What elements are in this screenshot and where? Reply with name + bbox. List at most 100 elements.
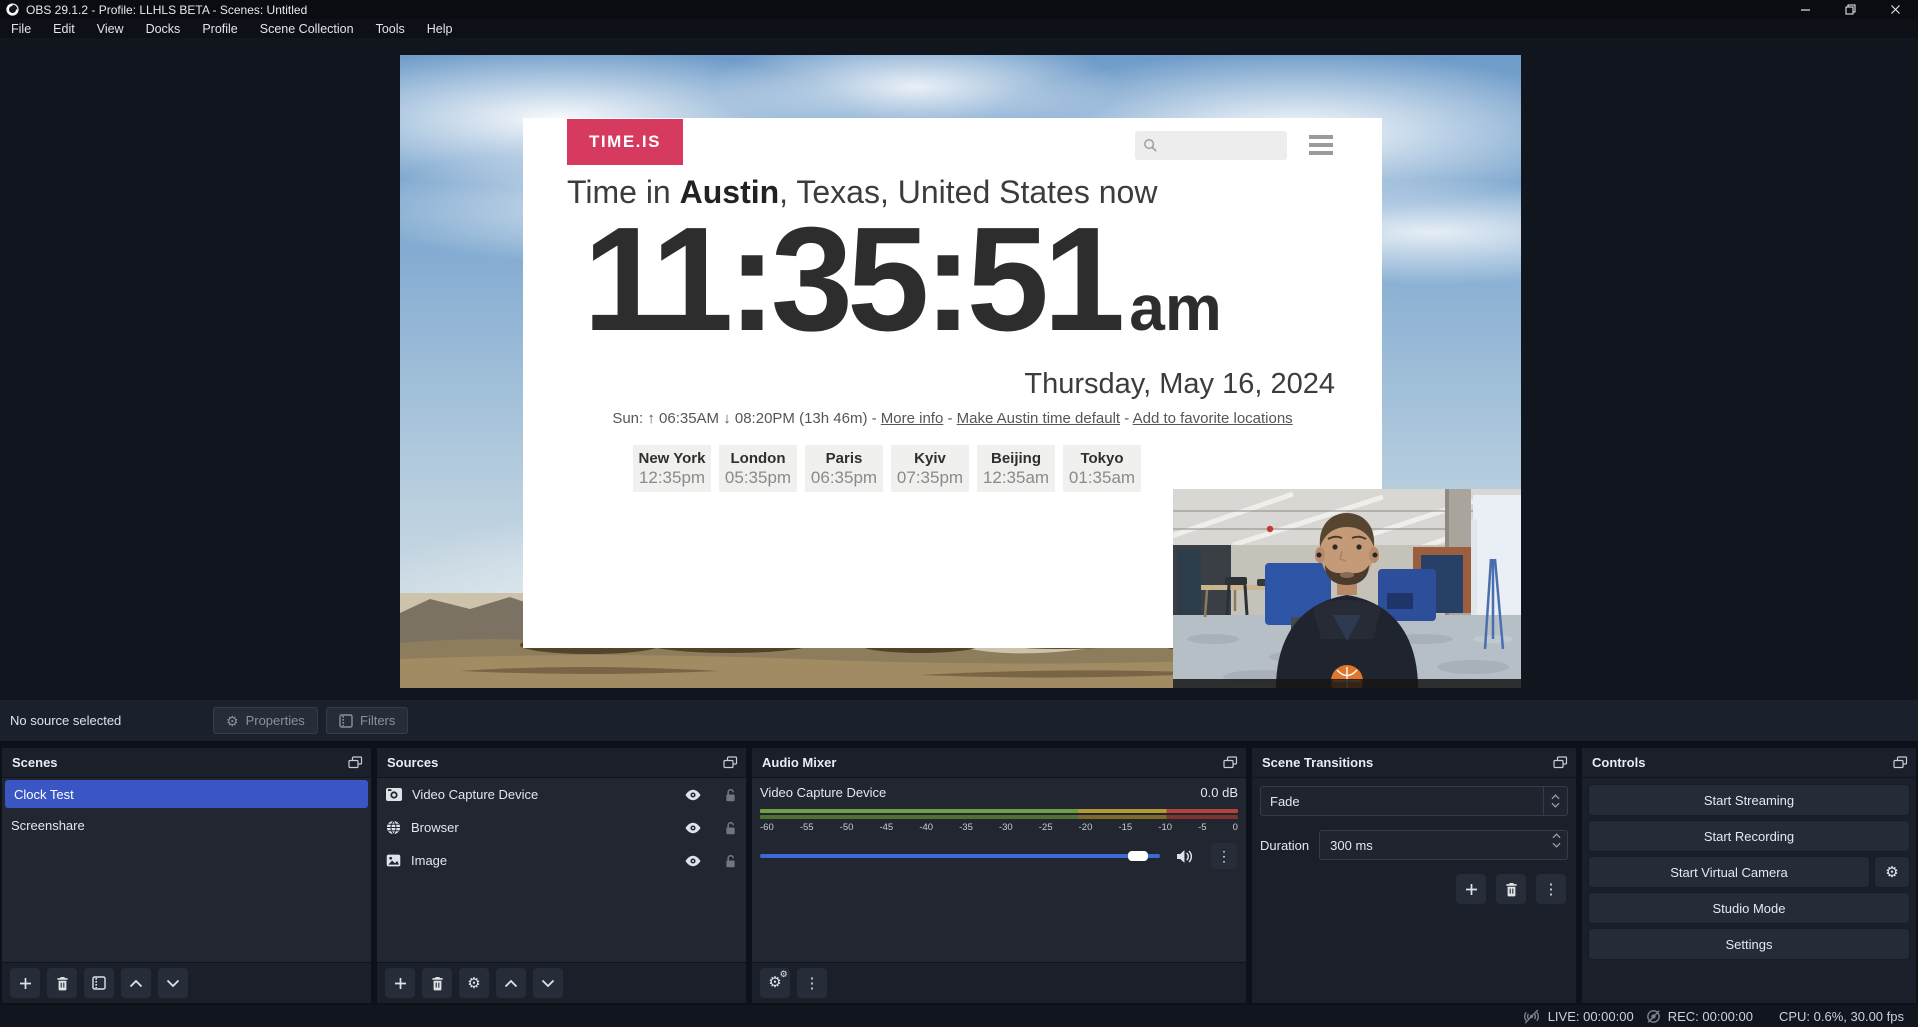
rec-time: REC: 00:00:00 xyxy=(1668,1009,1753,1024)
lock-icon[interactable] xyxy=(724,854,737,868)
scenes-toolbar xyxy=(2,962,371,1003)
controls-header: Controls xyxy=(1582,748,1916,778)
scene-item-screenshare[interactable]: Screenshare xyxy=(2,810,371,840)
visibility-icon[interactable] xyxy=(684,789,702,801)
add-scene-button[interactable] xyxy=(10,968,40,998)
menu-item-profile[interactable]: Profile xyxy=(191,19,248,38)
city-card-tokyo: Tokyo01:35am xyxy=(1063,445,1141,492)
chevron-up-icon xyxy=(1551,794,1560,800)
add-favorite-link: Add to favorite locations xyxy=(1133,410,1293,427)
popout-dock-icon[interactable] xyxy=(348,756,363,769)
stream-inactive-icon xyxy=(1522,1009,1541,1024)
mixer-menu-button[interactable]: ⋮ xyxy=(797,968,827,998)
channel-menu-button[interactable]: ⋮ xyxy=(1211,843,1237,869)
cpu-fps-stats: CPU: 0.6%, 30.00 fps xyxy=(1779,1009,1904,1024)
sources-list: Video Capture Device Browser Image xyxy=(377,778,746,962)
visibility-icon[interactable] xyxy=(684,822,702,834)
chevron-up-icon[interactable] xyxy=(1552,833,1561,839)
advanced-audio-button[interactable]: ⚙ ⚙ xyxy=(760,968,790,998)
volume-slider-handle[interactable] xyxy=(1128,851,1148,861)
sources-toolbar: ⚙ xyxy=(377,962,746,1003)
menu-item-help[interactable]: Help xyxy=(416,19,464,38)
lock-icon[interactable] xyxy=(724,821,737,835)
source-row-image[interactable]: Image xyxy=(377,844,746,877)
audio-channel-level: 0.0 dB xyxy=(1200,785,1238,800)
source-toolbar: No source selected ⚙ Properties Filters xyxy=(0,700,1918,742)
speaker-icon[interactable] xyxy=(1176,849,1195,864)
city-card-paris: Paris06:35pm xyxy=(805,445,883,492)
move-source-down-button[interactable] xyxy=(533,968,563,998)
current-date: Thursday, May 16, 2024 xyxy=(1024,368,1335,401)
start-streaming-button[interactable]: Start Streaming xyxy=(1588,784,1910,816)
filters-button[interactable]: Filters xyxy=(326,707,408,734)
move-scene-down-button[interactable] xyxy=(158,968,188,998)
window-controls xyxy=(1783,0,1918,19)
restore-button[interactable] xyxy=(1828,0,1873,19)
duration-value: 300 ms xyxy=(1330,838,1373,853)
lock-icon[interactable] xyxy=(724,788,737,802)
add-transition-button[interactable] xyxy=(1456,874,1486,904)
menu-bar: File Edit View Docks Profile Scene Colle… xyxy=(0,19,1918,38)
move-source-up-button[interactable] xyxy=(496,968,526,998)
minimize-button[interactable] xyxy=(1783,0,1828,19)
search-icon xyxy=(1143,138,1158,153)
start-virtual-camera-button[interactable]: Start Virtual Camera xyxy=(1588,856,1870,888)
menu-item-docks[interactable]: Docks xyxy=(135,19,192,38)
popout-dock-icon[interactable] xyxy=(1553,756,1568,769)
menu-item-edit[interactable]: Edit xyxy=(42,19,86,38)
menu-item-file[interactable]: File xyxy=(0,19,42,38)
visibility-icon[interactable] xyxy=(684,855,702,867)
clock-time: 11:35:51 xyxy=(583,206,1119,354)
virtual-camera-settings-button[interactable]: ⚙ xyxy=(1874,856,1910,888)
status-bar: LIVE: 00:00:00 REC: 00:00:00 CPU: 0.6%, … xyxy=(0,1005,1918,1027)
popout-dock-icon[interactable] xyxy=(1893,756,1908,769)
transition-menu-button[interactable]: ⋮ xyxy=(1536,874,1566,904)
camera-icon xyxy=(386,788,402,801)
remove-source-button[interactable] xyxy=(422,968,452,998)
close-button[interactable] xyxy=(1873,0,1918,19)
popout-dock-icon[interactable] xyxy=(723,756,738,769)
menu-item-tools[interactable]: Tools xyxy=(365,19,416,38)
preview-area: TIME.IS Time in Austin, Texas, United St… xyxy=(0,38,1918,700)
popout-dock-icon[interactable] xyxy=(1223,756,1238,769)
obs-logo-icon xyxy=(6,3,19,16)
source-properties-button[interactable]: ⚙ xyxy=(459,968,489,998)
select-arrows xyxy=(1543,787,1567,815)
chevron-down-icon[interactable] xyxy=(1552,842,1561,848)
properties-button[interactable]: ⚙ Properties xyxy=(213,707,318,734)
sources-panel: Sources Video Capture Device Browser xyxy=(377,748,746,1003)
chevron-down-icon xyxy=(1551,802,1560,808)
studio-mode-button[interactable]: Studio Mode xyxy=(1588,892,1910,924)
menu-item-scene-collection[interactable]: Scene Collection xyxy=(249,19,365,38)
scene-item-clock-test[interactable]: Clock Test xyxy=(5,780,368,808)
clock-meridiem: am xyxy=(1129,276,1222,340)
globe-icon xyxy=(386,820,401,835)
image-icon xyxy=(386,854,401,867)
transition-select[interactable]: Fade xyxy=(1260,786,1568,816)
city-card-new-york: New York12:35pm xyxy=(633,445,711,492)
move-scene-up-button[interactable] xyxy=(121,968,151,998)
make-default-link: Make Austin time default xyxy=(957,410,1120,427)
remove-scene-button[interactable] xyxy=(47,968,77,998)
meter-scale: -60-55-50-45-40-35-30-25-20-15-10-50 xyxy=(760,822,1238,833)
start-recording-button[interactable]: Start Recording xyxy=(1588,820,1910,852)
audio-channel: Video Capture Device 0.0 dB -60-55-50-45… xyxy=(752,778,1246,962)
volume-slider[interactable] xyxy=(760,847,1160,865)
source-row-video-capture-device[interactable]: Video Capture Device xyxy=(377,778,746,811)
source-row-browser[interactable]: Browser xyxy=(377,811,746,844)
audio-mixer-toolbar: ⚙ ⚙ ⋮ xyxy=(752,962,1246,1003)
add-source-button[interactable] xyxy=(385,968,415,998)
gear-icon: ⚙ xyxy=(1885,865,1898,880)
remove-transition-button[interactable] xyxy=(1496,874,1526,904)
dock-area: Scenes Clock Test Screenshare Sources xyxy=(0,743,1918,1005)
preview-canvas[interactable]: TIME.IS Time in Austin, Texas, United St… xyxy=(400,55,1521,688)
big-clock: 11:35:51 am xyxy=(583,206,1222,354)
audio-channel-name: Video Capture Device xyxy=(760,785,886,800)
transition-selected-value: Fade xyxy=(1261,794,1543,809)
menu-item-view[interactable]: View xyxy=(86,19,135,38)
hamburger-menu-icon xyxy=(1309,135,1333,155)
obs-window: OBS 29.1.2 - Profile: LLHLS BETA - Scene… xyxy=(0,0,1918,1027)
scene-filters-button[interactable] xyxy=(84,968,114,998)
settings-button[interactable]: Settings xyxy=(1588,928,1910,960)
duration-spinner[interactable]: 300 ms xyxy=(1319,830,1568,860)
